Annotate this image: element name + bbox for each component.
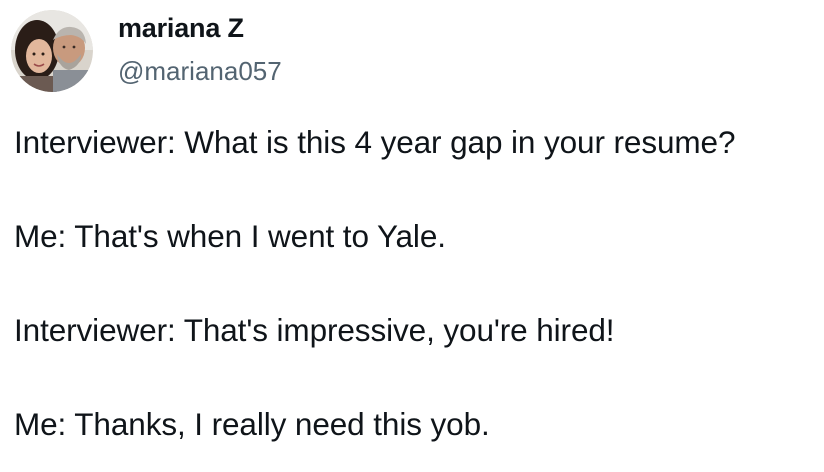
line-break (14, 353, 820, 401)
user-handle[interactable]: @mariana057 (118, 55, 282, 87)
avatar[interactable] (11, 10, 93, 92)
line-break (14, 165, 820, 213)
tweet-line-3: Interviewer: That's impressive, you're h… (14, 312, 615, 348)
user-info: mariana Z @mariana057 (118, 10, 282, 87)
tweet-card: mariana Z @mariana057 Interviewer: What … (0, 0, 824, 472)
line-break (14, 259, 820, 307)
tweet-line-4: Me: Thanks, I really need this yob. (14, 406, 490, 442)
tweet-text: Interviewer: What is this 4 year gap in … (14, 119, 820, 447)
tweet-line-1: Interviewer: What is this 4 year gap in … (14, 124, 736, 160)
tweet-line-2: Me: That's when I went to Yale. (14, 218, 446, 254)
display-name[interactable]: mariana Z (118, 10, 282, 46)
profile-photo-icon (11, 10, 93, 92)
